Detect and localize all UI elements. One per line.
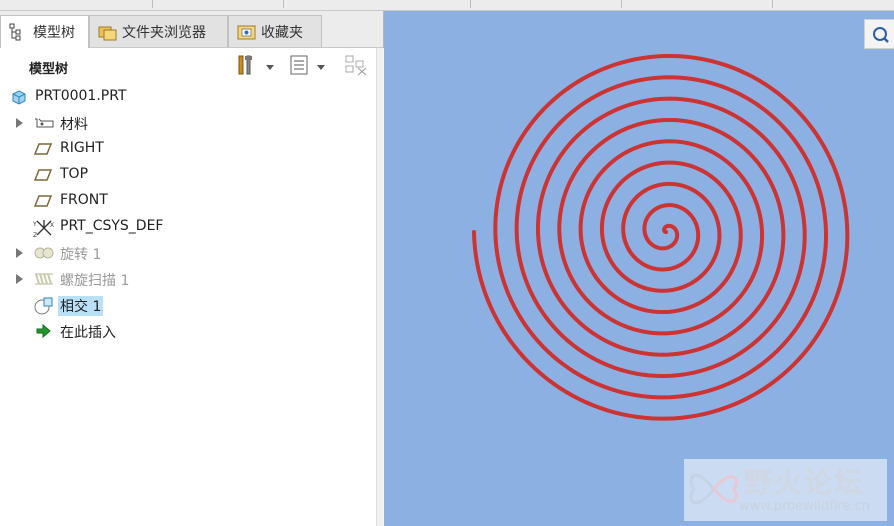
svg-text:Y: Y (33, 221, 37, 228)
watermark-title: 野火论坛 (744, 466, 865, 499)
tree-item-intersect[interactable]: 相交 1 (0, 293, 370, 317)
part-icon (10, 88, 28, 110)
tab-folder-browser[interactable]: 文件夹浏览器 (89, 15, 228, 47)
spiral-path[interactable] (472, 53, 850, 421)
watermark-logo: 野火论坛 www.proewildfire.cn (684, 459, 887, 521)
expand-arrow-icon[interactable] (16, 274, 23, 284)
tree-item-right[interactable]: RIGHT (0, 137, 370, 161)
helical-sweep-icon (33, 270, 53, 288)
tree-item-label: PRT_CSYS_DEF (60, 218, 164, 234)
tools-icon (236, 54, 258, 80)
tree-root[interactable]: PRT0001.PRT (0, 85, 370, 109)
tree-item-label: TOP (60, 166, 89, 182)
chevron-down-icon (266, 64, 274, 70)
tree-item-label: 旋转 1 (60, 247, 102, 263)
ribbon-group-segment (284, 0, 471, 8)
ribbon-group-segment (471, 0, 622, 8)
datum-plane-icon (33, 140, 53, 158)
model-tree-icon (9, 23, 27, 41)
material-tag-icon (33, 114, 54, 132)
watermark-url: www.proewildfire.cn (739, 499, 870, 514)
navigator-panel: 模型树 文件夹浏览器 收藏夹 模型树 PRT0001.PRT 材料 RIGHT … (0, 11, 384, 526)
csys-icon: Y Z X (32, 218, 54, 239)
tree-root-label: PRT0001.PRT (35, 88, 127, 104)
tree-item-csys[interactable]: Y Z X PRT_CSYS_DEF (0, 215, 370, 239)
tree-item-front[interactable]: FRONT (0, 189, 370, 213)
tab-label: 文件夹浏览器 (122, 24, 206, 41)
tree-item-helical-sweep[interactable]: 螺旋扫描 1 (0, 267, 370, 291)
tree-show-button[interactable] (289, 54, 325, 80)
svg-text:Z: Z (33, 232, 37, 238)
intersect-icon (33, 296, 53, 315)
model-tree-header: 模型树 (0, 48, 376, 84)
tree-item-label: RIGHT (60, 140, 104, 156)
panel-title: 模型树 (29, 62, 69, 77)
svg-text:X: X (50, 222, 54, 229)
revolve-icon (33, 244, 54, 262)
tree-item-label: FRONT (60, 192, 108, 208)
graphics-viewport[interactable]: 野火论坛 www.proewildfire.cn (384, 11, 894, 526)
navigator-tabs: 模型树 文件夹浏览器 收藏夹 (0, 11, 383, 48)
magnifier-icon (873, 27, 889, 43)
tree-item-label: 相交 1 (58, 296, 104, 316)
tree-item-label: 螺旋扫描 1 (60, 273, 130, 289)
filter-button[interactable] (344, 54, 368, 80)
tree-item-label: 在此插入 (60, 325, 116, 341)
tab-favorites[interactable]: 收藏夹 (228, 15, 322, 47)
spiral-curve (472, 53, 850, 421)
ribbon-group-segment (153, 0, 284, 8)
tab-model-tree[interactable]: 模型树 (0, 15, 89, 48)
tab-label: 收藏夹 (261, 24, 303, 41)
navigator-scrollbar[interactable] (376, 48, 384, 526)
folder-browser-icon (98, 23, 117, 41)
datum-plane-icon (33, 166, 53, 184)
ribbon-group-strip (0, 0, 894, 11)
tree-item-label: 材料 (60, 117, 88, 133)
zoom-button[interactable] (864, 19, 894, 49)
favorites-icon (237, 23, 256, 41)
insert-here-arrow-icon (33, 322, 53, 340)
tree-item-insert-here[interactable]: 在此插入 (0, 319, 370, 343)
ribbon-group-segment (0, 0, 153, 8)
ribbon-group-segment (622, 0, 773, 8)
tree-item-top[interactable]: TOP (0, 163, 370, 187)
datum-plane-icon (33, 192, 53, 210)
butterfly-logo-icon (689, 473, 738, 505)
expand-arrow-icon[interactable] (16, 118, 23, 128)
tree-item-revolve[interactable]: 旋转 1 (0, 241, 370, 265)
tree-settings-button[interactable] (236, 54, 274, 80)
list-icon (289, 54, 309, 80)
expand-arrow-icon[interactable] (16, 248, 23, 258)
tree-item-material[interactable]: 材料 (0, 111, 370, 135)
tab-label: 模型树 (33, 25, 75, 41)
filter-disabled-icon (344, 54, 368, 80)
chevron-down-icon (317, 64, 325, 70)
